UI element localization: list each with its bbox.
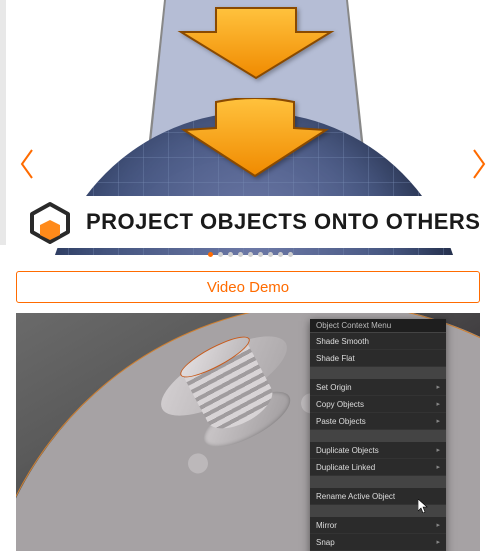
menu-item-label: Duplicate Linked (316, 463, 375, 472)
menu-item-label: Shade Flat (316, 354, 355, 363)
carousel-dot[interactable] (228, 252, 233, 257)
menu-item[interactable]: Shade Smooth (310, 333, 446, 350)
menu-item-label: Set Origin (316, 383, 352, 392)
menu-item-label: Mirror (316, 521, 337, 530)
submenu-arrow-icon: ▸ (436, 417, 440, 425)
menu-item[interactable]: Set Origin ▸ (310, 379, 446, 396)
hero-title: PROJECT OBJECTS ONTO OTHERS (86, 209, 480, 235)
menu-item-label: Duplicate Objects (316, 446, 379, 455)
cursor-icon (418, 499, 428, 513)
submenu-arrow-icon: ▸ (436, 446, 440, 454)
arrow-down-icon (176, 4, 336, 82)
menu-item-label: Snap (316, 538, 335, 547)
carousel-dot[interactable] (238, 252, 243, 257)
carousel-dot[interactable] (288, 252, 293, 257)
carousel-dot[interactable] (218, 252, 223, 257)
carousel-dots (0, 252, 500, 257)
menu-item[interactable]: Duplicate Linked ▸ (310, 459, 446, 476)
hero-title-strip: PROJECT OBJECTS ONTO OTHERS (26, 196, 476, 248)
menu-item[interactable]: Paste Objects ▸ (310, 413, 446, 430)
menu-item-label: Rename Active Object (316, 492, 395, 501)
menu-item-label: Paste Objects (316, 417, 366, 426)
menu-item-label: Copy Objects (316, 400, 364, 409)
video-demo-label: Video Demo (207, 279, 289, 296)
product-logo-icon (26, 198, 74, 246)
menu-item[interactable]: Mirror ▸ (310, 517, 446, 534)
menu-item-label: Shade Smooth (316, 337, 369, 346)
carousel-dot[interactable] (208, 252, 213, 257)
carousel-dot[interactable] (248, 252, 253, 257)
menu-separator (310, 367, 446, 379)
context-menu: Object Context Menu Shade Smooth Shade Fl… (310, 319, 446, 551)
screenshot-viewport: Object Context Menu Shade Smooth Shade Fl… (16, 313, 480, 551)
menu-separator (310, 476, 446, 488)
menu-item[interactable]: Shade Flat (310, 350, 446, 367)
video-demo-button[interactable]: Video Demo (16, 271, 480, 303)
hero-carousel: PROJECT OBJECTS ONTO OTHERS (6, 0, 490, 255)
menu-item[interactable]: Snap ▸ (310, 534, 446, 551)
carousel-dot[interactable] (258, 252, 263, 257)
submenu-arrow-icon: ▸ (436, 400, 440, 408)
arrow-down-curved-icon (180, 98, 330, 180)
menu-item[interactable]: Duplicate Objects ▸ (310, 442, 446, 459)
menu-item[interactable]: Copy Objects ▸ (310, 396, 446, 413)
submenu-arrow-icon: ▸ (436, 463, 440, 471)
submenu-arrow-icon: ▸ (436, 538, 440, 546)
carousel-dot[interactable] (278, 252, 283, 257)
submenu-arrow-icon: ▸ (436, 383, 440, 391)
carousel-next-button[interactable] (470, 148, 488, 180)
carousel-prev-button[interactable] (18, 148, 36, 180)
context-menu-header: Object Context Menu (310, 319, 446, 333)
carousel-dot[interactable] (268, 252, 273, 257)
menu-separator (310, 430, 446, 442)
submenu-arrow-icon: ▸ (436, 521, 440, 529)
